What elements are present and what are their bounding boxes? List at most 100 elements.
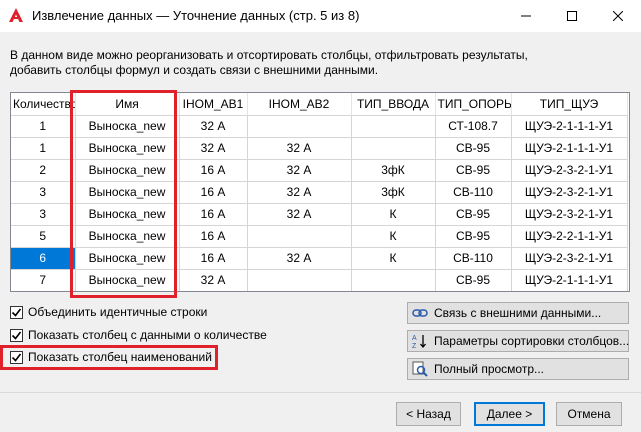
header-row: Количество Имя IНОМ_АВ1 IНОМ_АВ2 ТИП_ВВО… (11, 93, 628, 116)
cell-tip-shchue[interactable]: ЩУЭ-2-1-1-1-У1 (511, 115, 628, 138)
cell-inom-ab1[interactable]: 16 А (179, 247, 248, 270)
column-header-tip-opory[interactable]: ТИП_ОПОРЫ (435, 93, 512, 116)
column-header-inom-ab1[interactable]: IНОМ_АВ1 (179, 93, 248, 116)
maximize-icon (567, 11, 577, 21)
show-name-checkbox[interactable] (10, 350, 23, 364)
cell-tip-vvoda[interactable] (351, 115, 436, 138)
minimize-button[interactable] (503, 0, 549, 32)
maximize-button[interactable] (549, 0, 595, 32)
cell-tip-vvoda[interactable]: К (351, 225, 436, 248)
cell-tip-opory[interactable]: СВ-95 (435, 203, 512, 226)
cell-tip-shchue[interactable]: ЩУЭ-2-3-2-1-У1 (511, 203, 628, 226)
title-bar: Извлечение данных — Уточнение данных (ст… (0, 0, 641, 32)
cell-name[interactable]: Выноска_new (75, 247, 180, 270)
cell-inom-ab1[interactable]: 16 А (179, 181, 248, 204)
cell-tip-shchue[interactable]: ЩУЭ-2-3-2-1-У1 (511, 181, 628, 204)
table-row[interactable]: 7 Выноска_new 32 А СВ-95 ЩУЭ-2-1-1-1-У1 (11, 269, 628, 291)
cell-tip-opory[interactable]: СВ-95 (435, 269, 512, 291)
cell-inom-ab1[interactable]: 32 А (179, 115, 248, 138)
next-button[interactable]: Далее > (474, 402, 545, 426)
description-line: В данном виде можно реорганизовать и отс… (10, 48, 528, 62)
table-row[interactable]: 3 Выноска_new 16 А 32 А К СВ-95 ЩУЭ-2-3-2-1-У1 (11, 203, 628, 226)
cell-tip-shchue[interactable]: ЩУЭ-2-1-1-1-У1 (511, 269, 628, 291)
table-row[interactable]: 2 Выноска_new 16 А 32 А 3фК СВ-95 ЩУЭ-2-3-2-1-… (11, 159, 628, 182)
cell-quantity[interactable]: 2 (11, 159, 76, 182)
cell-name[interactable]: Выноска_new (75, 115, 180, 138)
cell-tip-opory[interactable]: СВ-95 (435, 159, 512, 182)
back-button[interactable]: < Назад (396, 402, 461, 426)
combine-identical-option[interactable]: Объединить идентичные строки (10, 305, 207, 319)
cell-tip-vvoda[interactable]: 3фК (351, 159, 436, 182)
cell-tip-shchue[interactable]: ЩУЭ-2-3-2-1-У1 (511, 159, 628, 182)
cell-quantity[interactable]: 3 (11, 181, 76, 204)
cell-tip-shchue[interactable]: ЩУЭ-2-3-2-1-У1 (511, 247, 628, 270)
show-name-label: Показать столбец наименований (28, 350, 212, 364)
cell-tip-opory[interactable]: СВ-110 (435, 181, 512, 204)
cell-tip-vvoda[interactable] (351, 269, 436, 291)
table-row[interactable]: 5 Выноска_new 16 А К СВ-95 ЩУЭ-2-2-1-1-У1 (11, 225, 628, 248)
cell-tip-opory[interactable]: СВ-110 (435, 247, 512, 270)
page-description: В данном виде можно реорганизовать и отс… (10, 48, 630, 78)
close-button[interactable] (595, 0, 641, 32)
cell-inom-ab2[interactable]: 32 А (247, 247, 352, 270)
cell-name[interactable]: Выноска_new (75, 225, 180, 248)
data-grid[interactable]: Количество Имя IНОМ_АВ1 IНОМ_АВ2 ТИП_ВВО… (10, 92, 630, 292)
cell-inom-ab1[interactable]: 16 А (179, 203, 248, 226)
combine-identical-label: Объединить идентичные строки (28, 305, 208, 319)
cell-inom-ab2[interactable]: 32 А (247, 159, 352, 182)
table-row[interactable]: 1 Выноска_new 32 А СТ-108.7 ЩУЭ-2-1-1-1-У1 (11, 115, 628, 138)
cell-name[interactable]: Выноска_new (75, 269, 180, 291)
show-count-option[interactable]: Показать столбец с данными о количестве (10, 328, 267, 342)
table-row[interactable]: 3 Выноска_new 16 А 32 А 3фК СВ-110 ЩУЭ-2-3-2-1… (11, 181, 628, 204)
checkmark-icon (11, 331, 22, 340)
cell-quantity[interactable]: 7 (11, 269, 76, 291)
link-external-data-button[interactable]: Связь с внешними данными... (407, 302, 629, 324)
column-header-quantity[interactable]: Количество (11, 93, 76, 116)
cell-quantity[interactable]: 6 (11, 247, 76, 270)
show-count-label: Показать столбец с данными о количестве (28, 328, 267, 342)
cancel-button[interactable]: Отмена (556, 402, 622, 426)
cell-quantity[interactable]: 5 (11, 225, 76, 248)
cell-inom-ab2[interactable] (247, 115, 352, 138)
cell-tip-opory[interactable]: СВ-95 (435, 225, 512, 248)
cell-inom-ab1[interactable]: 16 А (179, 159, 248, 182)
cell-inom-ab2[interactable]: 32 А (247, 181, 352, 204)
cell-inom-ab1[interactable]: 32 А (179, 137, 248, 160)
cell-quantity[interactable]: 1 (11, 115, 76, 138)
full-preview-button[interactable]: Полный просмотр... (407, 358, 629, 380)
table-row[interactable]: 1 Выноска_new 32 А 32 А СВ-95 ЩУЭ-2-1-1-1-У1 (11, 137, 628, 160)
cell-tip-vvoda[interactable] (351, 137, 436, 160)
cell-tip-vvoda[interactable]: К (351, 203, 436, 226)
column-header-name[interactable]: Имя (75, 93, 180, 116)
cell-quantity[interactable]: 3 (11, 203, 76, 226)
cell-tip-vvoda[interactable]: 3фК (351, 181, 436, 204)
cell-tip-shchue[interactable]: ЩУЭ-2-2-1-1-У1 (511, 225, 628, 248)
sort-columns-button[interactable]: A Z Параметры сортировки столбцов... (407, 330, 629, 352)
cell-inom-ab2[interactable] (247, 225, 352, 248)
column-header-inom-ab2[interactable]: IНОМ_АВ2 (247, 93, 352, 116)
cell-inom-ab1[interactable]: 32 А (179, 269, 248, 291)
column-header-tip-vvoda[interactable]: ТИП_ВВОДА (351, 93, 436, 116)
close-icon (613, 11, 623, 21)
show-count-checkbox[interactable] (10, 328, 23, 342)
cell-name[interactable]: Выноска_new (75, 159, 180, 182)
cell-tip-opory[interactable]: СВ-95 (435, 137, 512, 160)
cell-tip-shchue[interactable]: ЩУЭ-2-1-1-1-У1 (511, 137, 628, 160)
cell-tip-vvoda[interactable]: К (351, 247, 436, 270)
cell-inom-ab2[interactable] (247, 269, 352, 291)
sort-icon: A Z (412, 333, 428, 349)
table-row[interactable]: 6 Выноска_new 16 А 32 А К СВ-110 ЩУЭ-2-3-2-1-У… (11, 247, 628, 270)
show-name-option[interactable]: Показать столбец наименований (10, 350, 212, 364)
cell-inom-ab2[interactable]: 32 А (247, 137, 352, 160)
cell-name[interactable]: Выноска_new (75, 181, 180, 204)
cell-inom-ab1[interactable]: 16 А (179, 225, 248, 248)
cell-name[interactable]: Выноска_new (75, 137, 180, 160)
cell-quantity[interactable]: 1 (11, 137, 76, 160)
cell-inom-ab2[interactable]: 32 А (247, 203, 352, 226)
cell-name[interactable]: Выноска_new (75, 203, 180, 226)
link-icon (412, 305, 428, 321)
cell-tip-opory[interactable]: СТ-108.7 (435, 115, 512, 138)
svg-text:Z: Z (412, 343, 417, 349)
column-header-tip-shchue[interactable]: ТИП_ЩУЭ (511, 93, 628, 116)
combine-identical-checkbox[interactable] (10, 305, 23, 319)
